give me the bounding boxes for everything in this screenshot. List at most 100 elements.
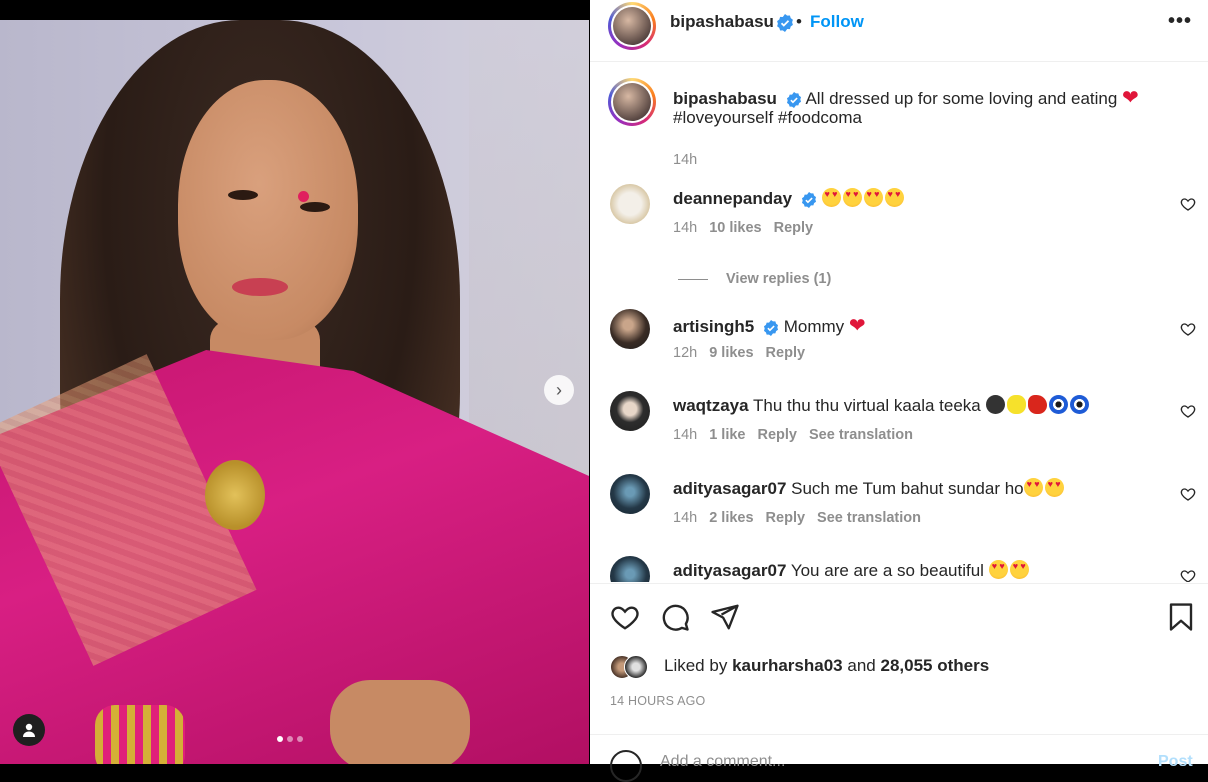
carousel-dot-active: [277, 736, 283, 742]
next-photo-button[interactable]: ›: [544, 375, 574, 405]
photo-lips: [232, 278, 288, 296]
heart-eyes-emoji: [1009, 560, 1029, 579]
comment-likes[interactable]: 2 likes: [709, 510, 753, 526]
like-comment-heart-icon[interactable]: [1180, 321, 1196, 337]
verified-badge-icon: [763, 319, 779, 336]
carousel-dots: [277, 736, 303, 742]
nazar-amulet-emoji: [1048, 395, 1068, 414]
photo-hands: [330, 680, 470, 764]
comment-meta: 14h 10 likes Reply: [673, 220, 813, 236]
comment-meta: 14h 1 like Reply See translation: [673, 427, 913, 443]
like-comment-heart-icon[interactable]: [1180, 403, 1196, 419]
comment-text: Thu thu thu virtual kaala teeka: [753, 396, 981, 415]
verified-badge-icon: [786, 91, 801, 108]
liker-avatar: [624, 655, 648, 679]
author-avatar[interactable]: [608, 2, 656, 50]
reply-button[interactable]: Reply: [774, 220, 814, 236]
heart-eyes-emoji: [821, 188, 841, 207]
comment-line: artisingh5 Mommy ❤: [673, 313, 866, 338]
comment-text: Such me Tum bahut sundar ho: [791, 479, 1024, 498]
comment-bubble-icon[interactable]: [660, 602, 690, 632]
black-circle-emoji: [985, 395, 1005, 414]
comment-line: deannepanday: [673, 188, 906, 209]
comment-username[interactable]: adityasagar07: [673, 561, 786, 580]
save-bookmark-icon[interactable]: [1166, 602, 1196, 632]
commenter-avatar[interactable]: [610, 184, 650, 224]
comment-line: waqtzaya Thu thu thu virtual kaala teeka: [673, 395, 1091, 416]
comment-line: adityasagar07 You are are a so beautiful: [673, 560, 1031, 581]
comment-line: adityasagar07 Such me Tum bahut sundar h…: [673, 478, 1066, 499]
liked-by-others[interactable]: 28,055 others: [880, 656, 989, 675]
heart-eyes-emoji: [863, 188, 883, 207]
view-replies-button[interactable]: View replies (1): [678, 271, 831, 287]
comment-time: 12h: [673, 345, 698, 361]
like-comment-heart-icon[interactable]: [1180, 568, 1196, 582]
like-comment-heart-icon[interactable]: [1180, 486, 1196, 502]
commenter-avatar[interactable]: [610, 474, 650, 514]
post-time-ago: 14 HOURS AGO: [610, 694, 706, 708]
caption-time: 14h: [673, 152, 698, 168]
comment-input[interactable]: Add a comment...: [660, 753, 785, 771]
photo-bangles: [95, 705, 185, 764]
reply-button[interactable]: Reply: [766, 345, 806, 361]
follow-button[interactable]: Follow: [810, 12, 864, 32]
chili-pepper-emoji: [1027, 395, 1047, 414]
caption-hashtags[interactable]: #loveyourself #foodcoma: [673, 108, 862, 128]
commenter-avatar[interactable]: [610, 309, 650, 349]
post-comment-button[interactable]: Post: [1158, 753, 1193, 771]
heart-eyes-emoji: [1023, 478, 1043, 497]
liked-by-and: and: [847, 656, 876, 675]
red-heart-emoji: ❤: [848, 315, 866, 337]
header-separator: •: [796, 12, 802, 31]
reply-button[interactable]: Reply: [757, 427, 797, 443]
post-actions: Liked by kaurharsha03 and 28,055 others …: [590, 583, 1208, 782]
share-send-icon[interactable]: [710, 602, 740, 632]
reply-button[interactable]: Reply: [766, 510, 806, 526]
comment-meta: 14h 2 likes Reply See translation: [673, 510, 921, 526]
comment-username[interactable]: waqtzaya: [673, 396, 749, 415]
likers-avatars: [610, 655, 654, 679]
heart-eyes-emoji: [842, 188, 862, 207]
caption-text: All dressed up for some loving and eatin…: [805, 89, 1118, 108]
see-translation-button[interactable]: See translation: [817, 510, 921, 526]
comment-meta: 12h 9 likes Reply: [673, 345, 805, 361]
like-comment-heart-icon[interactable]: [1180, 196, 1196, 212]
nazar-amulet-emoji: [1069, 395, 1089, 414]
liked-by-user[interactable]: kaurharsha03: [732, 656, 843, 675]
replies-divider: [678, 278, 708, 280]
heart-eyes-emoji: [884, 188, 904, 207]
caption-line: bipashabasu All dressed up for some lovi…: [673, 85, 1139, 110]
comment-username[interactable]: adityasagar07: [673, 479, 786, 498]
post-photo[interactable]: [0, 20, 589, 764]
emoji-smiley-icon[interactable]: [610, 750, 642, 782]
verified-badge-icon: [801, 191, 816, 208]
post-header: bipashabasu • Follow •••: [590, 0, 1208, 62]
comment-text: Mommy: [783, 317, 845, 336]
user-icon: [23, 723, 35, 737]
view-replies-label: View replies (1): [726, 271, 832, 287]
photo-face: [178, 80, 358, 340]
commenter-avatar[interactable]: [610, 556, 650, 582]
verified-badge-icon: [777, 14, 793, 32]
comment-time: 14h: [673, 220, 698, 236]
more-options-icon[interactable]: •••: [1168, 10, 1192, 33]
red-heart-emoji: ❤: [1122, 87, 1139, 109]
comment-username[interactable]: deannepanday: [673, 189, 792, 208]
post-details-panel: bipashabasu • Follow ••• bipashabasu All…: [590, 0, 1208, 782]
heart-eyes-emoji: [988, 560, 1008, 579]
caption-username[interactable]: bipashabasu: [673, 89, 777, 108]
commenter-avatar[interactable]: [610, 391, 650, 431]
comment-likes[interactable]: 10 likes: [709, 220, 761, 236]
see-translation-button[interactable]: See translation: [809, 427, 913, 443]
tagged-users-button[interactable]: [13, 714, 45, 746]
comments-list[interactable]: bipashabasu All dressed up for some lovi…: [590, 62, 1208, 582]
liked-by-prefix: Liked by: [664, 656, 728, 675]
comment-username[interactable]: artisingh5: [673, 317, 754, 336]
author-username[interactable]: bipashabasu: [670, 12, 774, 32]
add-comment-bar: Add a comment... Post: [590, 734, 1208, 782]
caption-author-avatar[interactable]: [608, 78, 656, 126]
like-heart-icon[interactable]: [610, 602, 640, 632]
comment-likes[interactable]: 9 likes: [709, 345, 753, 361]
comment-likes[interactable]: 1 like: [709, 427, 745, 443]
photo-eye: [300, 202, 330, 212]
